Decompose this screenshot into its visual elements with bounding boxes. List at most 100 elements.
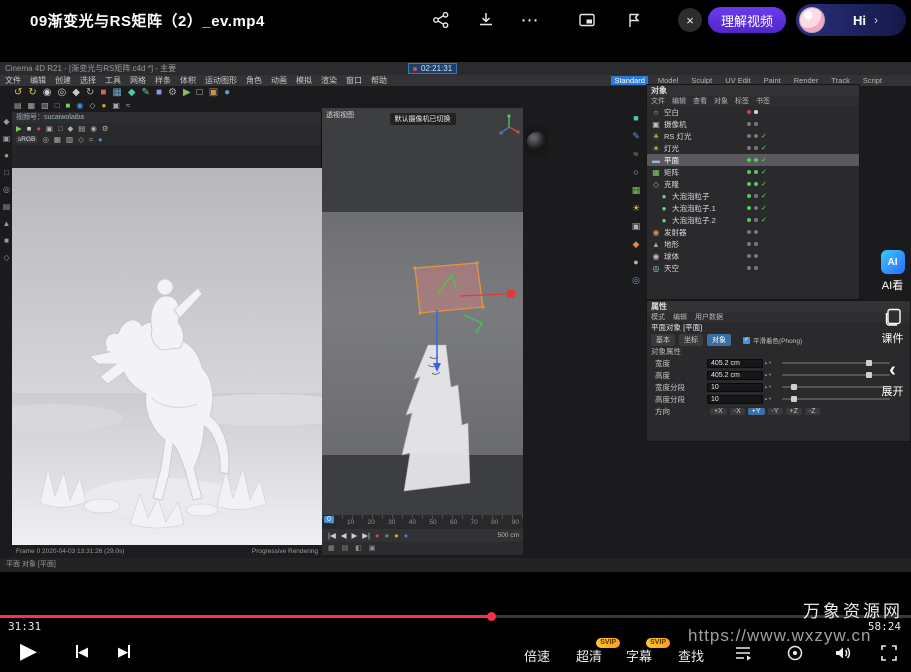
visibility-dot[interactable] (747, 194, 751, 198)
download-icon[interactable] (474, 8, 498, 32)
render-dot[interactable] (754, 206, 758, 210)
renderview-tool-icon[interactable]: ▦ (54, 134, 61, 146)
visibility-dot[interactable] (747, 266, 751, 270)
object-tree-row[interactable]: ○ 空白 (647, 106, 859, 118)
visibility-dot[interactable] (747, 206, 751, 210)
object-tree-row[interactable]: ◇ 克隆 ✓ (647, 178, 859, 190)
color-space-chip[interactable]: sRGB (16, 136, 37, 143)
object-tags[interactable] (747, 122, 758, 126)
panel-menu-item[interactable]: 编辑 (673, 312, 687, 322)
renderview-tool-icon[interactable]: ■ (27, 123, 32, 135)
renderview-tool-icon[interactable]: ⚙ (102, 123, 109, 135)
spinner-arrows-icon[interactable]: ▲▼ (764, 361, 772, 365)
renderview-tool-icon[interactable]: ◇ (78, 134, 84, 146)
player-text-control[interactable]: 倍速 (524, 646, 550, 665)
renderview-tool-icon[interactable]: ● (98, 134, 103, 146)
timeline-playhead[interactable]: 0 (324, 516, 334, 523)
phong-toggle[interactable]: ✓ 平滑着色(Phong) (743, 335, 802, 345)
object-tree-row[interactable]: ▦ 矩阵 ✓ (647, 166, 859, 178)
create-tool-icon[interactable]: ○ (633, 166, 638, 178)
menu-item[interactable]: 网格 (130, 75, 146, 86)
account-pill[interactable]: Hi › (796, 4, 906, 36)
understand-video-button[interactable]: 理解视频 (708, 7, 786, 33)
toolbar-icon[interactable]: ● (224, 87, 230, 99)
enable-check-icon[interactable]: ✓ (761, 180, 767, 188)
share-icon[interactable] (429, 8, 453, 32)
picture-in-picture-icon[interactable] (575, 8, 599, 32)
panel-menu-item[interactable]: 编辑 (672, 96, 686, 106)
panel-menu-item[interactable]: 查看 (693, 96, 707, 106)
visibility-dot[interactable] (747, 182, 751, 186)
mode-tool-icon[interactable]: ■ (4, 235, 9, 247)
attribute-tab[interactable]: 对象 (707, 334, 731, 346)
toolbar-icon[interactable]: ↺ (14, 87, 22, 99)
object-tags[interactable] (747, 242, 758, 246)
render-dot[interactable] (754, 254, 758, 258)
toolbar-icon[interactable]: ■ (100, 87, 106, 99)
seek-thumb[interactable] (487, 612, 496, 621)
slider-thumb[interactable] (791, 384, 797, 390)
object-tags[interactable]: ✓ (747, 144, 767, 152)
mode-tool-icon[interactable]: ◎ (3, 184, 10, 196)
create-tool-icon[interactable]: ☀ (632, 202, 640, 214)
seek-bar[interactable] (0, 615, 911, 618)
object-tree-row[interactable]: ◉ 球体 (647, 250, 859, 262)
volume-icon[interactable] (832, 642, 854, 664)
menu-item[interactable]: 窗口 (346, 75, 362, 86)
menu-item[interactable]: 帮助 (371, 75, 387, 86)
object-tags[interactable] (747, 266, 758, 270)
renderview-tool-icon[interactable]: ▧ (66, 134, 73, 146)
transport-button[interactable]: ▶ (352, 530, 358, 542)
slider-thumb[interactable] (866, 372, 872, 378)
visibility-dot[interactable] (747, 134, 751, 138)
toolbar-icon[interactable]: □ (197, 87, 203, 99)
object-tree-row[interactable]: ☀ 灯光 ✓ (647, 142, 859, 154)
toolbar-icon[interactable]: ◆ (128, 87, 136, 99)
feedback-flag-icon[interactable] (622, 8, 646, 32)
visibility-dot[interactable] (747, 254, 751, 258)
mode-tool-icon[interactable]: ▣ (3, 133, 11, 145)
toolbar-icon[interactable]: ↻ (28, 87, 36, 99)
render-dot[interactable] (754, 218, 758, 222)
orientation-option[interactable]: +Y (748, 408, 765, 415)
toolbar-icon[interactable]: ◆ (72, 87, 80, 99)
object-tree-row[interactable]: ◉ 发射器 (647, 226, 859, 238)
create-tool-icon[interactable]: ≈ (634, 148, 639, 160)
toolbar-icon[interactable]: ■ (66, 100, 71, 112)
render-dot[interactable] (754, 194, 758, 198)
toolbar-icon[interactable]: ◎ (58, 87, 67, 99)
orientation-option[interactable]: -Z (805, 408, 820, 415)
object-tree-row[interactable]: ☀ RS 灯光 ✓ (647, 130, 859, 142)
create-tool-icon[interactable]: ▣ (632, 220, 641, 232)
object-tags[interactable]: ✓ (747, 168, 767, 176)
field-value-input[interactable]: 10 (707, 383, 763, 392)
object-tags[interactable]: ✓ (747, 156, 767, 164)
visibility-dot[interactable] (747, 110, 751, 114)
object-tags[interactable] (747, 110, 758, 114)
object-tree-row[interactable]: ▬ 平面 ✓ (647, 154, 859, 166)
object-tags[interactable]: ✓ (747, 204, 767, 212)
panel-menu-item[interactable]: 书签 (756, 96, 770, 106)
menu-item[interactable]: 体积 (180, 75, 196, 86)
panel-menu-item[interactable]: 文件 (651, 96, 665, 106)
spinner-arrows-icon[interactable]: ▲▼ (764, 385, 772, 389)
orientation-option[interactable]: -Y (768, 408, 783, 415)
slider-thumb[interactable] (791, 396, 797, 402)
option-icon[interactable]: ▦ (328, 543, 335, 555)
transport-button[interactable]: ● (394, 530, 399, 542)
panel-menu-item[interactable]: 模式 (651, 312, 665, 322)
object-tags[interactable]: ✓ (747, 180, 767, 188)
create-tool-icon[interactable]: ● (633, 256, 638, 268)
render-dot[interactable] (754, 134, 758, 138)
close-icon[interactable]: × (678, 8, 702, 32)
menu-item[interactable]: 渲染 (321, 75, 337, 86)
next-video-button[interactable]: ▶ (118, 645, 130, 658)
toolbar-icon[interactable]: ⚙ (168, 87, 177, 99)
transport-button[interactable]: ● (385, 530, 390, 542)
field-value-input[interactable]: 405.2 cm (707, 359, 763, 368)
toolbar-icon[interactable]: ◉ (43, 87, 52, 99)
enable-check-icon[interactable]: ✓ (761, 192, 767, 200)
render-dot[interactable] (754, 182, 758, 186)
transport-button[interactable]: |◀ (328, 530, 336, 542)
menu-item[interactable]: 样条 (155, 75, 171, 86)
